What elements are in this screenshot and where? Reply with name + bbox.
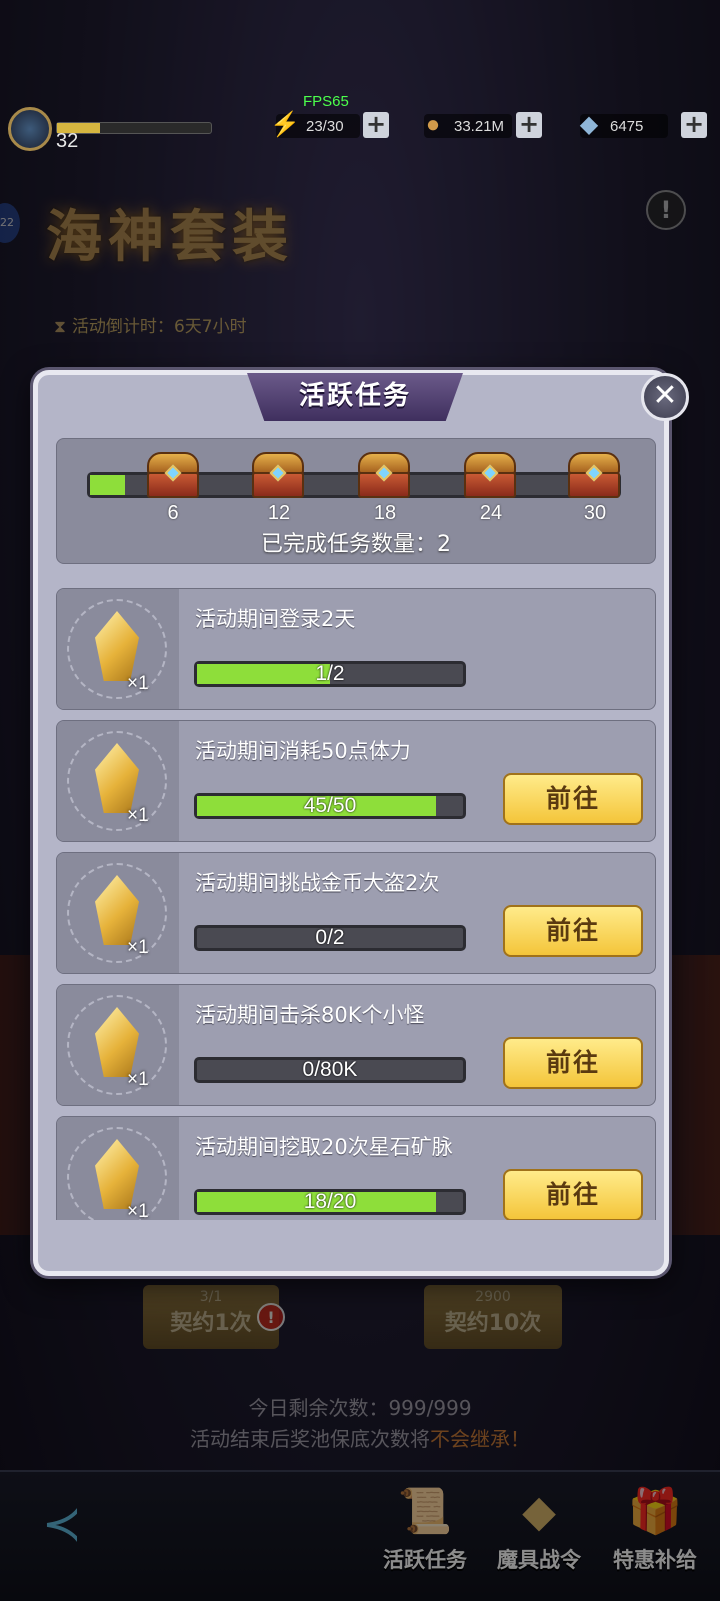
task-row: ×1 活动期间挑战金币大盗2次 0/2 前往 bbox=[56, 852, 656, 974]
player-level: 32 bbox=[56, 130, 79, 152]
task-list[interactable]: ×1 活动期间登录2天 1/2 ×1 活动期间消耗50点体力 45/50 前往 … bbox=[56, 588, 656, 1220]
coin-icon: ● bbox=[425, 111, 441, 138]
task-title: 活动期间挖取20次星石矿脉 bbox=[195, 1135, 453, 1159]
reward-slot[interactable]: ×1 bbox=[57, 985, 179, 1105]
task-title: 活动期间击杀80K个小怪 bbox=[195, 1003, 425, 1027]
add-gold-button[interactable]: + bbox=[516, 112, 542, 138]
milestone-label: 30 bbox=[583, 502, 607, 524]
go-button[interactable]: 前往 bbox=[503, 1037, 643, 1089]
close-button[interactable]: ✕ bbox=[641, 373, 689, 421]
reward-qty: ×1 bbox=[127, 805, 149, 826]
task-progress-bar: 45/50 bbox=[194, 793, 466, 819]
reward-qty: ×1 bbox=[127, 1069, 149, 1090]
task-progress-text: 45/50 bbox=[303, 794, 357, 817]
reward-qty: ×1 bbox=[127, 673, 149, 694]
task-progress-bar: 0/2 bbox=[194, 925, 466, 951]
task-title: 活动期间登录2天 bbox=[195, 607, 356, 631]
milestone-label: 18 bbox=[373, 502, 397, 524]
task-progress-bar: 0/80K bbox=[194, 1057, 466, 1083]
go-button[interactable]: 前往 bbox=[503, 1169, 643, 1220]
gold-display: ● 33.21M bbox=[424, 111, 512, 138]
task-progress-text: 0/80K bbox=[302, 1058, 358, 1081]
reward-slot[interactable]: ×1 bbox=[57, 1117, 179, 1220]
stamina-value: 23/30 bbox=[306, 117, 344, 135]
dialog-title: 活跃任务 bbox=[247, 373, 463, 421]
fps-counter: FPS65 bbox=[303, 93, 349, 110]
stamina-display: ⚡ 23/30 bbox=[270, 111, 360, 138]
milestone-label: 24 bbox=[479, 502, 503, 524]
task-title: 活动期间消耗50点体力 bbox=[195, 739, 411, 763]
task-title: 活动期间挑战金币大盗2次 bbox=[195, 871, 440, 895]
reward-slot[interactable]: ×1 bbox=[57, 589, 179, 709]
add-diamond-button[interactable]: + bbox=[681, 112, 707, 138]
reward-qty: ×1 bbox=[127, 1201, 149, 1220]
milestone-label: 12 bbox=[267, 502, 291, 524]
go-button[interactable]: 前往 bbox=[503, 905, 643, 957]
task-progress-text: 1/2 bbox=[315, 662, 345, 685]
diamond-value: 6475 bbox=[610, 117, 644, 135]
task-progress-text: 0/2 bbox=[315, 926, 345, 949]
diamond-display: ◆ 6475 bbox=[580, 111, 668, 138]
lightning-icon: ⚡ bbox=[270, 111, 300, 138]
completed-count: 已完成任务数量：2 bbox=[261, 532, 451, 557]
add-stamina-button[interactable]: + bbox=[363, 112, 389, 138]
task-progress-bar: 1/2 bbox=[194, 661, 466, 687]
reward-qty: ×1 bbox=[127, 937, 149, 958]
diamond-icon: ◆ bbox=[579, 111, 599, 138]
milestone-label: 6 bbox=[167, 502, 179, 524]
milestone-progress-fill bbox=[90, 475, 126, 495]
task-row: ×1 活动期间登录2天 1/2 bbox=[56, 588, 656, 710]
xp-bar bbox=[56, 122, 212, 134]
treasure-chest-icon[interactable] bbox=[145, 452, 201, 502]
task-row: ×1 活动期间击杀80K个小怪 0/80K 前往 bbox=[56, 984, 656, 1106]
task-row: ×1 活动期间挖取20次星石矿脉 18/20 前往 bbox=[56, 1116, 656, 1220]
go-button[interactable]: 前往 bbox=[503, 773, 643, 825]
task-progress-bar: 18/20 bbox=[194, 1189, 466, 1215]
level-emblem-icon[interactable] bbox=[8, 107, 52, 151]
treasure-chest-icon[interactable] bbox=[250, 452, 306, 502]
task-row: ×1 活动期间消耗50点体力 45/50 前往 bbox=[56, 720, 656, 842]
task-progress-text: 18/20 bbox=[303, 1190, 357, 1213]
reward-slot[interactable]: ×1 bbox=[57, 721, 179, 841]
treasure-chest-icon[interactable] bbox=[566, 452, 622, 502]
treasure-chest-icon[interactable] bbox=[356, 452, 412, 502]
gold-value: 33.21M bbox=[454, 117, 505, 135]
treasure-chest-icon[interactable] bbox=[462, 452, 518, 502]
reward-slot[interactable]: ×1 bbox=[57, 853, 179, 973]
